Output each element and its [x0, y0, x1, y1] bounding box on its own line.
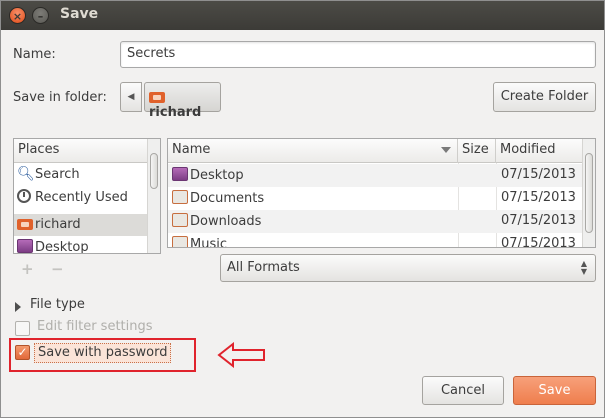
remove-place-button[interactable]: − — [51, 260, 64, 278]
check-icon: ✓ — [17, 345, 28, 359]
create-folder-button[interactable]: Create Folder — [493, 82, 596, 112]
file-name: Documents — [190, 191, 265, 206]
save-button[interactable]: Save — [513, 376, 596, 405]
name-label: Name: — [13, 47, 56, 62]
add-place-button[interactable]: + — [21, 260, 34, 278]
minimize-window-button[interactable]: – — [32, 7, 49, 24]
select-arrows-icon: ▲ ▼ — [580, 259, 587, 276]
places-item-search[interactable]: 🔍︎Search — [14, 164, 148, 186]
places-item-label: Recently Used — [35, 190, 128, 205]
file-name: Desktop — [190, 168, 244, 183]
name-input[interactable]: Secrets — [120, 41, 596, 68]
places-scrollbar-thumb[interactable] — [150, 153, 158, 189]
cancel-button[interactable]: Cancel — [422, 376, 504, 405]
places-scrollbar[interactable] — [147, 139, 160, 253]
search-icon: 🔍︎ — [17, 166, 35, 182]
file-modified: 07/15/2013 — [501, 167, 576, 182]
column-modified[interactable]: Modified — [496, 139, 583, 163]
home-folder-icon — [17, 216, 33, 230]
file-list-scrollbar-thumb[interactable] — [585, 153, 593, 233]
minimize-icon: – — [37, 10, 44, 23]
save-with-password-checkbox[interactable]: ✓ — [15, 345, 30, 360]
file-type-expander-icon[interactable] — [15, 302, 21, 312]
file-list-header: Name Size Modified — [168, 139, 583, 163]
file-format-select[interactable]: All Formats ▲ ▼ — [220, 254, 596, 282]
file-list-scrollbar[interactable] — [582, 139, 595, 247]
save-in-folder-label: Save in folder: — [13, 90, 107, 105]
close-window-button[interactable]: × — [9, 7, 26, 24]
chevron-left-icon: ◀ — [127, 92, 135, 102]
file-format-value: All Formats — [227, 260, 300, 275]
places-item-label: Search — [35, 167, 80, 182]
places-item-desktop[interactable]: Desktop — [14, 237, 148, 254]
places-sidebar: Places 🔍︎Search Recently Used richard De… — [13, 138, 161, 254]
file-name: Music — [190, 237, 227, 248]
file-name: Downloads — [190, 214, 262, 229]
column-name[interactable]: Name — [168, 139, 458, 163]
home-folder-icon — [149, 89, 165, 103]
window-title: Save — [60, 6, 99, 22]
file-list: Name Size Modified Desktop 07/15/2013 Do… — [167, 138, 596, 248]
music-folder-icon — [172, 236, 188, 247]
annotation-arrow-icon — [217, 342, 265, 368]
close-icon: × — [12, 10, 23, 23]
places-header: Places — [14, 139, 148, 163]
file-modified: 07/15/2013 — [501, 213, 576, 228]
file-type-label[interactable]: File type — [30, 297, 85, 312]
places-item-richard[interactable]: richard — [14, 214, 148, 236]
desktop-folder-icon — [172, 167, 188, 181]
edit-filter-label: Edit filter settings — [37, 319, 153, 334]
column-size[interactable]: Size — [458, 139, 496, 163]
file-row-downloads[interactable]: Downloads 07/15/2013 — [168, 210, 583, 233]
places-item-label: Desktop — [35, 240, 89, 254]
edit-filter-checkbox[interactable] — [15, 321, 30, 336]
file-modified: 07/15/2013 — [501, 190, 576, 205]
path-back-button[interactable]: ◀ — [120, 82, 142, 112]
title-bar[interactable]: × – Save — [1, 1, 604, 30]
recent-icon — [17, 189, 31, 203]
desktop-folder-icon — [17, 239, 33, 253]
downloads-folder-icon — [172, 213, 188, 227]
current-folder-label: richard — [149, 105, 202, 120]
file-row-desktop[interactable]: Desktop 07/15/2013 — [168, 164, 583, 187]
file-modified: 07/15/2013 — [501, 236, 576, 248]
file-row-documents[interactable]: Documents 07/15/2013 — [168, 187, 583, 210]
documents-folder-icon — [172, 190, 188, 204]
places-item-label: richard — [35, 217, 81, 232]
places-item-recently-used[interactable]: Recently Used — [14, 187, 148, 209]
file-row-music[interactable]: Music 07/15/2013 — [168, 233, 583, 248]
path-bar-current-folder[interactable]: richard — [144, 82, 221, 120]
sort-descending-icon — [441, 147, 451, 153]
save-dialog: × – Save Name: Secrets Save in folder: ◀… — [0, 0, 605, 418]
save-with-password-label[interactable]: Save with password — [34, 343, 172, 363]
